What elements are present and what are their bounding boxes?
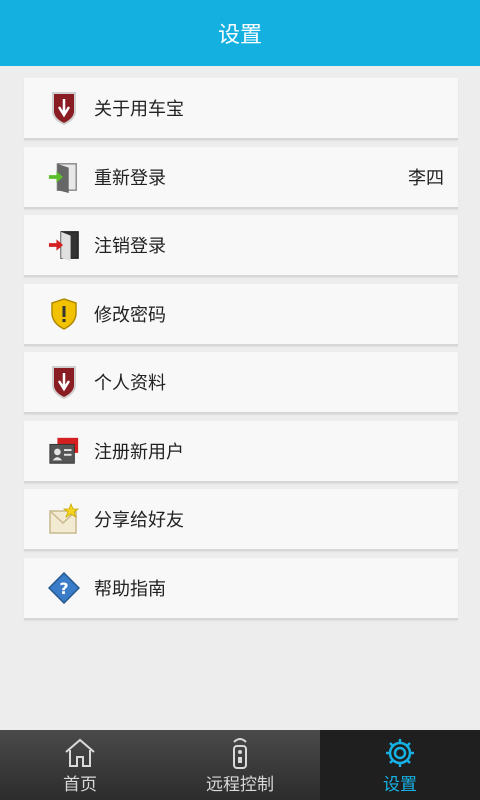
tab-home[interactable]: 首页 [0,730,160,800]
menu-item-change-password[interactable]: 修改密码 [24,283,458,346]
tab-label: 远程控制 [206,774,274,795]
tab-label: 设置 [383,774,417,795]
home-icon [63,736,97,770]
tab-remote-control[interactable]: 远程控制 [160,730,320,800]
username-value: 李四 [408,167,444,189]
menu-item-profile[interactable]: 个人资料 [24,352,458,414]
shield-logo-icon [48,364,80,400]
login-door-icon [48,159,80,195]
menu-item-share[interactable]: 分享给好友 [24,489,458,551]
menu-item-label: 分享给好友 [94,510,184,531]
menu-item-label: 修改密码 [94,304,166,326]
menu-item-label: 帮助指南 [94,578,166,600]
menu-item-logout[interactable]: 注销登录 [24,215,458,277]
warning-shield-icon [48,296,80,332]
menu-item-label: 关于用车宝 [94,99,184,120]
tab-label: 首页 [63,774,97,795]
menu-item-label: 重新登录 [94,167,166,189]
tab-settings[interactable]: 设置 [320,730,480,800]
title-bar: 设置 [0,0,480,66]
menu-item-register[interactable]: 注册新用户 [24,420,458,483]
help-diamond-icon: ? [48,570,80,606]
bottom-tab-bar: 首页 远程控制 设置 [0,730,480,800]
logout-door-icon [48,227,80,263]
svg-text:?: ? [59,579,68,598]
shield-logo-icon [48,90,80,126]
settings-list: 关于用车宝 重新登录 李四 注销登录 修改密码 个人资料 注册新用户 分享给好友… [24,78,458,626]
remote-icon [227,736,253,770]
page-title: 设置 [217,23,262,48]
menu-item-label: 注册新用户 [94,441,184,463]
id-card-icon [48,433,80,469]
menu-item-about[interactable]: 关于用车宝 [24,78,458,140]
menu-item-label: 注销登录 [94,236,166,257]
gear-icon [384,736,416,770]
menu-item-relogin[interactable]: 重新登录 李四 [24,146,458,209]
menu-item-label: 个人资料 [94,373,166,394]
menu-item-help[interactable]: ? 帮助指南 [24,557,458,620]
envelope-star-icon [48,501,80,537]
